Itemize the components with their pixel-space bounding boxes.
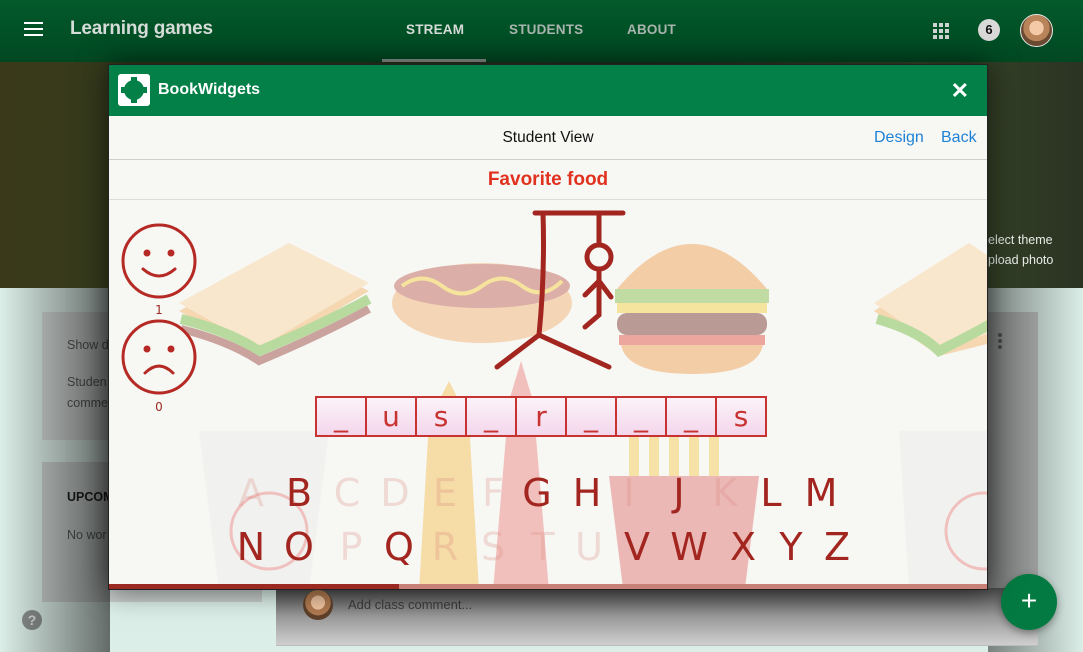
sad-face-icon [121,319,197,395]
letter-key-v[interactable]: V [615,525,659,569]
tab-about[interactable]: ABOUT [627,22,676,37]
progress-fill [109,584,399,589]
app-top-bar: Learning games STREAM STUDENTS ABOUT 6 [0,0,1083,62]
game-title-bar: Favorite food [109,160,987,200]
letter-slot: _ [615,396,667,437]
apps-grid-icon[interactable] [933,23,949,39]
class-title: Learning games [70,18,213,39]
letter-key-f: F [482,471,504,515]
bookwidgets-modal: BookWidgets ✕ Student View Design Back F… [108,64,988,590]
letter-key-l[interactable]: L [749,471,793,515]
select-theme-link[interactable]: elect theme [988,233,1053,247]
letter-key-b[interactable]: B [277,471,321,515]
sandwich-illustration [179,243,372,366]
letter-key-a: A [238,471,264,515]
letter-slot: _ [465,396,517,437]
hangman-drawing [494,210,626,370]
letter-key-q[interactable]: Q [377,525,421,569]
sandwich-illustration-right [874,243,987,358]
notification-badge[interactable]: 6 [978,19,1000,41]
hamburger-menu-icon[interactable] [24,22,43,36]
letter-slot: _ [665,396,717,437]
letter-key-d: D [380,471,410,515]
user-avatar[interactable] [1020,14,1053,47]
hangman-game-area: 1 0 _ u s _ r _ _ _ s ABCDEFGHIJKLM N O … [109,201,987,585]
letter-key-g[interactable]: G [515,471,559,515]
upload-photo-link[interactable]: pload photo [988,253,1053,267]
progress-bar [109,584,987,589]
burger-illustration [615,244,769,374]
letter-key-k: K [712,471,738,515]
letter-key-x[interactable]: X [721,525,765,569]
correct-count: 1 [155,303,163,317]
modal-header: BookWidgets ✕ [109,65,987,116]
tab-stream[interactable]: STREAM [406,22,464,37]
commenter-avatar [303,590,333,620]
letter-slot: _ [315,396,367,437]
letter-key-u: U [575,525,603,569]
view-title: Student View [502,129,594,146]
letter-key-c: C [333,471,361,515]
letter-key-y[interactable]: Y [769,525,813,569]
letter-key-i: I [623,471,635,515]
tab-students[interactable]: STUDENTS [509,22,583,37]
wrong-count: 0 [155,400,163,414]
letter-slot: _ [565,396,617,437]
happy-face-icon [121,223,197,299]
letter-key-p: P [339,525,363,569]
letter-key-s: S [480,525,506,569]
add-class-comment-input[interactable]: Add class comment... [348,597,472,612]
letter-key-z[interactable]: Z [815,525,859,569]
letter-key-j[interactable]: J [657,471,701,515]
letter-slot: s [715,396,767,437]
design-link[interactable]: Design [874,129,924,147]
letter-slot: u [365,396,417,437]
overlay-shade-left [0,288,110,652]
letter-key-o[interactable]: O [277,525,321,569]
letter-key-n[interactable]: N [229,525,273,569]
letter-slot: s [415,396,467,437]
word-slots: _ u s _ r _ _ _ s [315,396,767,437]
letter-key-m[interactable]: M [799,471,843,515]
letter-slot: r [515,396,567,437]
letter-key-w[interactable]: W [667,525,711,569]
letter-key-e: E [432,471,457,515]
letter-key-h[interactable]: H [565,471,609,515]
letter-key-r: R [431,525,459,569]
back-link[interactable]: Back [941,129,977,147]
bookwidgets-logo-icon [118,74,150,106]
add-button[interactable]: + [1001,574,1057,630]
game-title: Favorite food [487,169,609,190]
close-icon[interactable]: ✕ [951,78,969,104]
letter-key-t: T [531,525,555,569]
takeout-box-illustration-right [899,431,987,585]
view-toolbar: Student View Design Back [109,116,987,160]
bookwidgets-brand: BookWidgets [158,81,261,98]
